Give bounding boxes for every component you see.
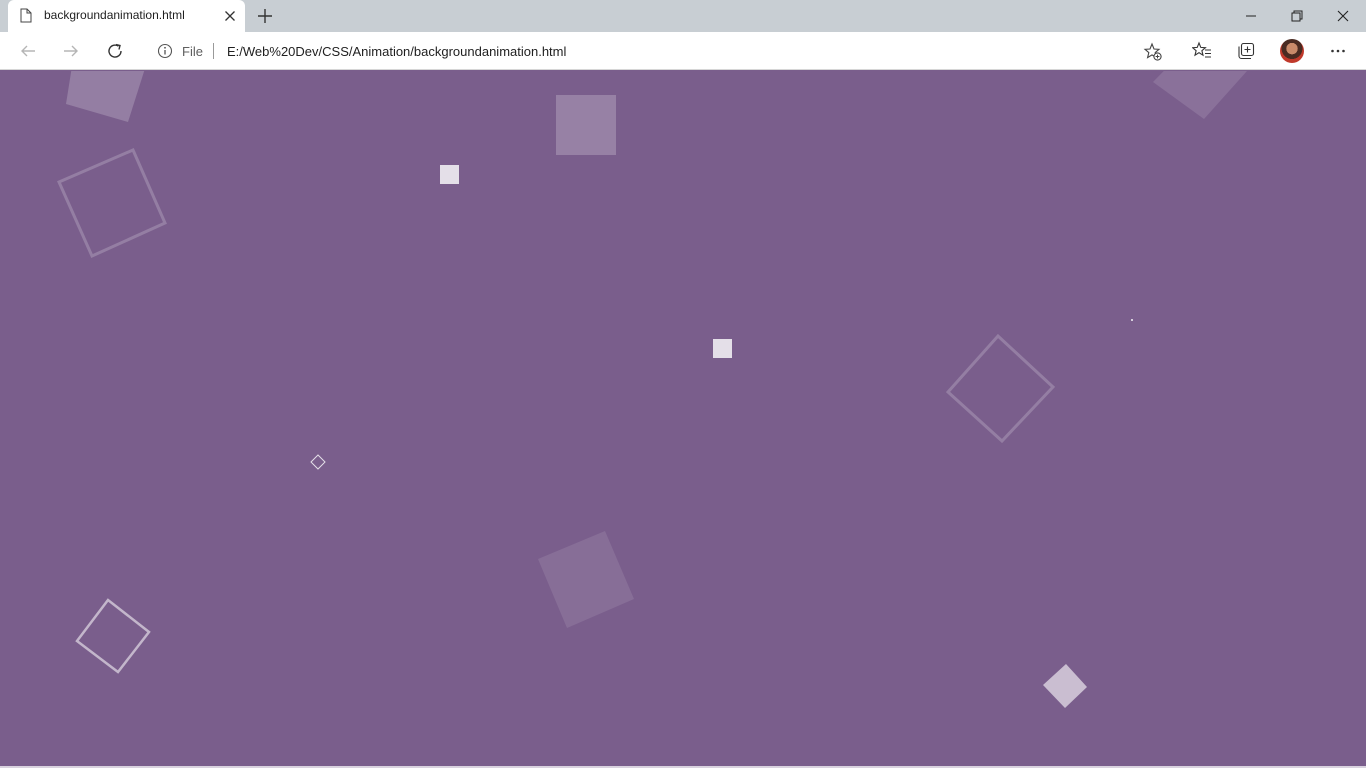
more-button[interactable] <box>1325 38 1351 64</box>
minimize-icon <box>1246 15 1256 17</box>
close-icon <box>1337 10 1349 22</box>
floating-square <box>1153 71 1247 119</box>
window-close-button[interactable] <box>1320 0 1366 32</box>
page-icon <box>20 8 32 23</box>
minimize-button[interactable] <box>1228 0 1274 32</box>
arrow-right-icon <box>64 45 78 57</box>
restore-button[interactable] <box>1274 0 1320 32</box>
floating-square <box>713 339 732 358</box>
floating-square <box>1043 664 1087 708</box>
favorites-button[interactable] <box>1189 38 1215 64</box>
scheme-label: File <box>182 44 203 59</box>
favorites-icon <box>1192 41 1211 58</box>
address-bar[interactable]: File E:/Web%20Dev/CSS/Animation/backgrou… <box>143 36 1175 66</box>
profile-button[interactable] <box>1279 38 1305 64</box>
address-separator <box>213 43 214 59</box>
plus-icon[interactable] <box>254 5 276 27</box>
collections-button[interactable] <box>1233 38 1259 64</box>
arrow-left-icon <box>21 45 35 57</box>
back-button[interactable] <box>14 37 42 65</box>
close-icon[interactable] <box>222 8 238 24</box>
info-icon[interactable] <box>157 43 173 59</box>
floating-square-outline <box>945 333 1056 444</box>
restore-icon <box>1291 10 1303 22</box>
browser-toolbar: File E:/Web%20Dev/CSS/Animation/backgrou… <box>0 32 1366 70</box>
background-shapes <box>57 71 1247 708</box>
floating-square <box>66 71 145 122</box>
collections-icon <box>1238 42 1255 60</box>
tab-backgroundanimation[interactable]: backgroundanimation.html <box>8 0 245 32</box>
reload-button[interactable] <box>101 37 129 65</box>
floating-square <box>538 531 634 628</box>
more-icon <box>1331 49 1345 53</box>
url-text[interactable]: E:/Web%20Dev/CSS/Animation/backgroundani… <box>227 44 566 59</box>
floating-square-outline <box>310 454 326 470</box>
avatar <box>1280 39 1304 63</box>
floating-square <box>440 165 459 184</box>
floating-square <box>556 95 616 155</box>
reload-icon <box>108 43 122 58</box>
forward-button[interactable] <box>57 37 85 65</box>
tab-strip: backgroundanimation.html <box>0 0 1366 32</box>
floating-square <box>1131 319 1133 321</box>
star-add-icon[interactable] <box>1143 42 1163 62</box>
floating-square-outline <box>57 148 167 258</box>
page-content <box>0 71 1366 766</box>
tab-title: backgroundanimation.html <box>44 8 185 22</box>
floating-square-outline <box>75 598 151 674</box>
